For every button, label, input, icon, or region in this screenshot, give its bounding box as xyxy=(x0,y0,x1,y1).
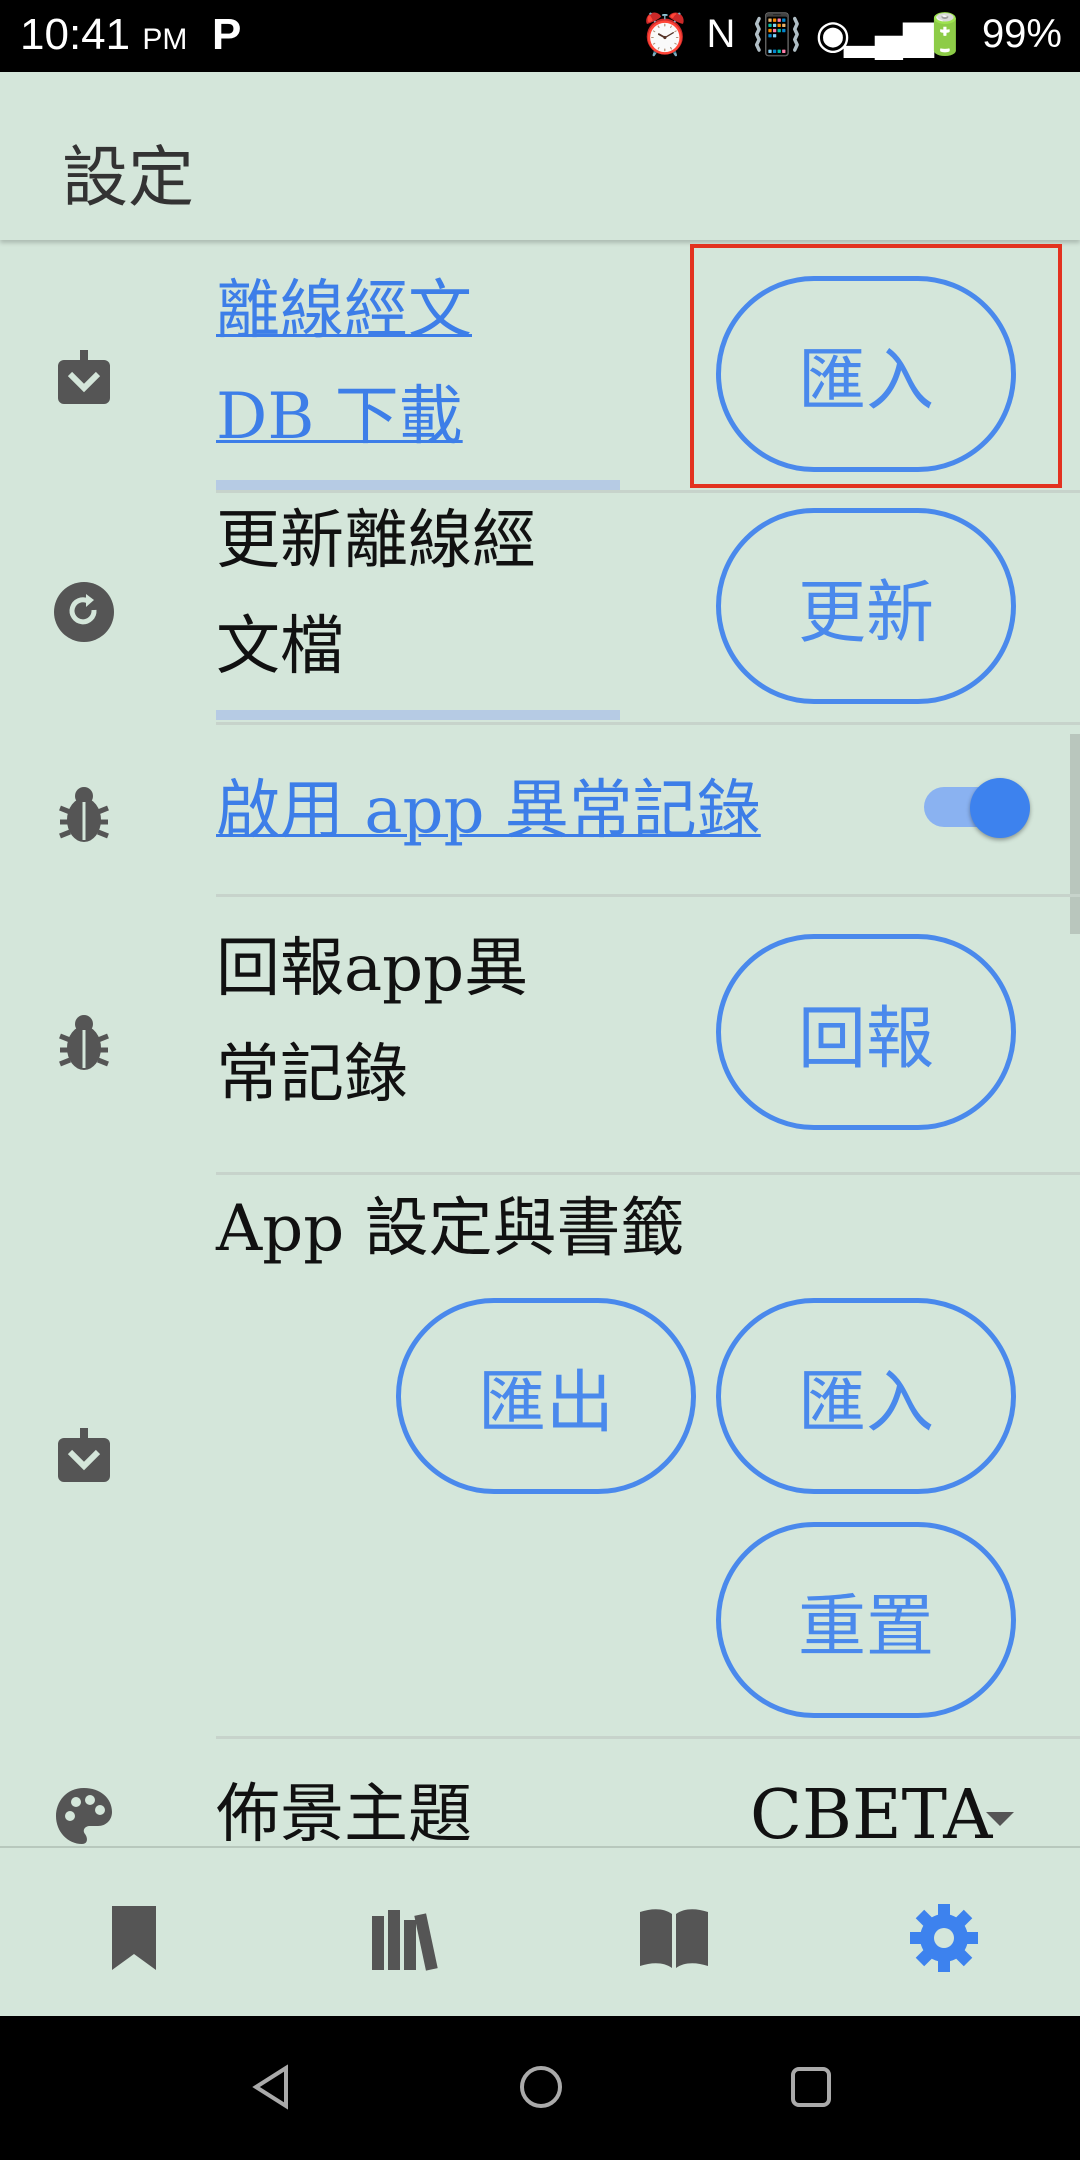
offline-db-label[interactable]: 離線經文 DB 下載 xyxy=(216,258,472,470)
theme-label: 佈景主題 xyxy=(216,1778,472,1846)
back-icon[interactable] xyxy=(248,2064,294,2110)
divider xyxy=(216,1172,1080,1175)
report-button[interactable]: 回報 xyxy=(716,934,1016,1130)
alarm-icon: ⏰ xyxy=(640,13,690,57)
download-icon xyxy=(52,1424,116,1488)
settings-gear-icon[interactable] xyxy=(906,1900,982,1976)
reset-button[interactable]: 重置 xyxy=(716,1522,1016,1718)
bug-icon xyxy=(52,782,116,846)
divider xyxy=(216,722,1080,725)
theme-dropdown[interactable]: CBETA xyxy=(750,1776,992,1846)
library-icon[interactable] xyxy=(366,1900,442,1976)
report-log-label: 回報app異 常記錄 xyxy=(216,932,529,1112)
status-bar: 10:41 PM P ⏰ N 📳 ◉ ▂▄▆ 🔋 99% xyxy=(0,0,1080,72)
refresh-icon xyxy=(52,580,116,644)
parking-icon: P xyxy=(212,10,242,59)
bug-icon xyxy=(52,1010,116,1074)
download-icon xyxy=(52,346,116,410)
update-offline-label: 更新離線經 文檔 xyxy=(216,504,536,684)
recents-icon[interactable] xyxy=(788,2064,834,2110)
battery-percent: 99% xyxy=(981,12,1062,56)
app-bar: 設定 xyxy=(0,72,1080,240)
highlight-box xyxy=(690,244,1062,488)
enable-log-toggle[interactable] xyxy=(970,778,1030,838)
status-icons: ⏰ N 📳 ◉ ▂▄▆ 🔋 99% xyxy=(640,12,1062,57)
divider xyxy=(216,1736,1080,1739)
status-time: 10:41 PM xyxy=(20,10,188,59)
update-progress xyxy=(216,710,620,720)
vibrate-icon: 📳 xyxy=(752,13,802,57)
export-button[interactable]: 匯出 xyxy=(396,1298,696,1494)
enable-log-label[interactable]: 啟用 app 異常記錄 xyxy=(216,758,761,864)
bookmark-icon[interactable] xyxy=(96,1900,172,1976)
system-navigation-bar xyxy=(0,2016,1080,2160)
app-settings-label: App 設定與書籤 xyxy=(216,1192,685,1266)
battery-icon: 🔋 xyxy=(920,13,970,57)
signal-icon: ▂▄▆ xyxy=(844,12,934,57)
divider xyxy=(216,894,1080,897)
scrollbar[interactable] xyxy=(1070,734,1080,934)
bottom-navigation xyxy=(0,1846,1080,2018)
palette-icon xyxy=(52,1784,116,1846)
nfc-icon: N xyxy=(706,12,736,56)
book-icon[interactable] xyxy=(636,1900,712,1976)
page-title: 設定 xyxy=(62,139,194,216)
home-icon[interactable] xyxy=(518,2064,564,2110)
dropdown-caret-icon[interactable] xyxy=(986,1812,1014,1826)
import-settings-button[interactable]: 匯入 xyxy=(716,1298,1016,1494)
update-button[interactable]: 更新 xyxy=(716,508,1016,704)
